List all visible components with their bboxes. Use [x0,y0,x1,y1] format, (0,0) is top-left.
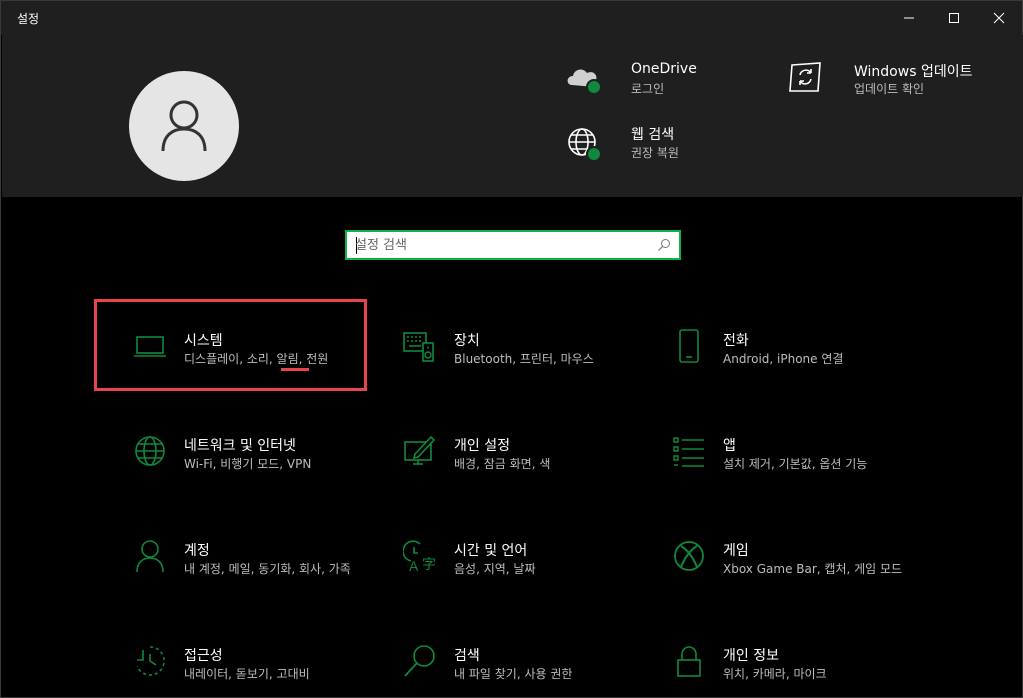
tile-accessibility[interactable]: 접근성 내레이터, 돋보기, 고대비 [97,616,367,698]
tile-title: 검색 [454,648,480,664]
xbox-icon [674,541,704,571]
tile-subtitle: Bluetooth, 프린터, 마우스 [454,352,594,366]
highlight-box [94,299,367,391]
sync-icon [789,62,821,92]
lock-icon [677,646,701,677]
tile-subtitle: Wi-Fi, 비행기 모드, VPN [184,457,312,471]
highlight-underline [281,368,309,371]
close-icon [993,12,1005,24]
personalize-icon [404,435,436,465]
search-input[interactable] [355,236,645,254]
tile-personalization[interactable]: 개인 설정 배경, 잠금 화면, 색 [367,406,637,498]
minimize-button[interactable] [886,1,932,35]
tile-subtitle: 배경, 잠금 화면, 색 [454,457,551,471]
quick-title: 웹 검색 [631,127,675,143]
maximize-icon [949,13,959,23]
tile-accounts[interactable]: 계정 내 계정, 메일, 동기화, 회사, 가족 [97,511,367,603]
search-icon[interactable] [657,238,671,252]
keyboard-speaker-icon [403,332,434,362]
tile-title: 시간 및 언어 [454,543,528,559]
tile-apps[interactable]: 앱 설치 제거, 기본값, 옵션 기능 [636,406,906,498]
status-dot [586,79,602,95]
tile-devices[interactable]: 장치 Bluetooth, 프린터, 마우스 [367,301,637,393]
person-icon [136,540,164,573]
tile-title: 접근성 [184,648,223,664]
tile-time-language[interactable]: A 字 시간 및 언어 음성, 지역, 날짜 [367,511,637,603]
header-panel: OneDrive 로그인 Windows 업데이트 업데이트 확인 웹 검색 권… [2,35,1023,197]
quick-subtitle: 업데이트 확인 [854,82,925,96]
tile-subtitle: 내 계정, 메일, 동기화, 회사, 가족 [184,562,351,576]
tile-subtitle: Android, iPhone 연결 [723,352,844,366]
settings-search-box[interactable] [345,230,681,260]
tile-network[interactable]: 네트워크 및 인터넷 Wi-Fi, 비행기 모드, VPN [97,406,367,498]
svg-text:字: 字 [422,557,436,573]
tile-title: 전화 [723,333,749,349]
tile-privacy[interactable]: 개인 정보 위치, 카메라, 마이크 [636,616,906,698]
title-bar: 설정 [1,1,1022,35]
quick-onedrive[interactable]: OneDrive 로그인 [564,57,754,101]
window-title: 설정 [17,12,40,26]
tile-subtitle: 음성, 지역, 날짜 [454,562,536,576]
quick-subtitle: 권장 복원 [631,146,679,160]
user-icon [161,100,207,152]
tile-search[interactable]: 검색 내 파일 찾기, 사용 권한 [367,616,637,698]
quick-title: Windows 업데이트 [854,64,973,80]
tile-title: 네트워크 및 인터넷 [184,438,296,454]
tile-phone[interactable]: 전화 Android, iPhone 연결 [636,301,906,393]
tile-title: 개인 정보 [723,648,779,664]
phone-icon [679,329,699,363]
tile-subtitle: 위치, 카메라, 마이크 [723,667,827,681]
tile-subtitle: 설치 제거, 기본값, 옵션 기능 [723,457,868,471]
status-dot [586,146,602,162]
quick-subtitle: 로그인 [631,82,665,96]
tile-title: 앱 [723,438,736,454]
tile-title: 계정 [184,543,210,559]
accessibility-icon [136,646,165,676]
quick-title: OneDrive [631,61,697,77]
time-language-icon: A 字 [403,540,436,573]
svg-text:A: A [409,558,419,573]
tile-subtitle: 내레이터, 돋보기, 고대비 [184,667,310,681]
search-icon [404,645,435,677]
avatar[interactable] [129,71,239,181]
tile-title: 개인 설정 [454,438,510,454]
tile-subtitle: Xbox Game Bar, 캡처, 게임 모드 [723,562,903,576]
tile-title: 장치 [454,333,480,349]
tile-gaming[interactable]: 게임 Xbox Game Bar, 캡처, 게임 모드 [636,511,906,603]
quick-windows-update[interactable]: Windows 업데이트 업데이트 확인 [788,57,988,101]
tile-subtitle: 내 파일 찾기, 사용 권한 [454,667,573,681]
maximize-button[interactable] [931,1,977,35]
minimize-icon [904,17,914,19]
close-button[interactable] [976,1,1022,35]
quick-web-search[interactable]: 웹 검색 권장 복원 [564,122,754,166]
globe-icon [135,436,165,466]
settings-window: 설정 OneDrive 로그인 Windows 업데이트 업데이트 확인 웹 검… [0,0,1023,698]
apps-list-icon [673,437,704,467]
tile-title: 게임 [723,543,749,559]
